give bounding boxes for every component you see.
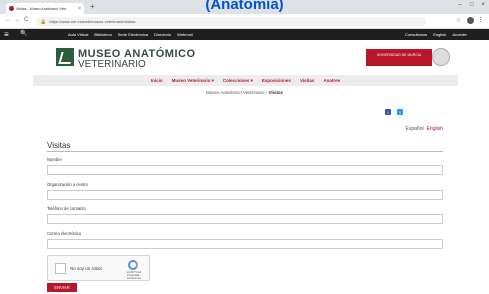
lang-es[interactable]: Español bbox=[406, 126, 424, 132]
title-divider bbox=[47, 151, 443, 152]
link-aula-virtual[interactable]: Aula Virtual bbox=[68, 32, 88, 37]
url-text: https://www.um.es/web/museo-veterinario/… bbox=[49, 19, 136, 24]
nombre-input[interactable] bbox=[47, 165, 443, 175]
recaptcha-terms-link[interactable]: Privacidad - Condiciones bbox=[121, 274, 147, 280]
twitter-icon[interactable]: t bbox=[397, 109, 403, 115]
link-consultanos[interactable]: Consultanos bbox=[405, 32, 427, 37]
link-acceder[interactable]: Acceder bbox=[452, 32, 467, 37]
nav-inicio[interactable]: Inicio bbox=[151, 78, 163, 83]
search-icon[interactable]: 🔍 bbox=[20, 30, 27, 39]
label-correo: Correo electrónico bbox=[47, 231, 82, 236]
address-row: ← → C 🔒 https://www.um.es/web/museo-vete… bbox=[0, 14, 489, 29]
lang-en[interactable]: English bbox=[427, 126, 443, 132]
recaptcha-branding: reCAPTCHA Privacidad - Condiciones bbox=[121, 271, 147, 280]
correo-input[interactable] bbox=[47, 239, 443, 249]
topbar-links: Aula Virtual Biblioteca Sede Electrónica… bbox=[68, 32, 193, 37]
museum-logo-icon[interactable] bbox=[56, 48, 74, 66]
breadcrumb-current: Visitas bbox=[268, 90, 283, 95]
lock-icon: 🔒 bbox=[40, 18, 47, 25]
profile-avatar[interactable] bbox=[467, 17, 474, 24]
nav-museo-veterinario[interactable]: Museo Veterinario ▾ bbox=[172, 78, 214, 84]
main-nav: Inicio Museo Veterinario ▾ Colecciones ▾… bbox=[33, 75, 458, 86]
reload-button[interactable]: C bbox=[24, 17, 28, 23]
link-directorio[interactable]: Directorio bbox=[154, 32, 171, 37]
university-logo[interactable]: UNIVERSIDAD DE MURCIA bbox=[366, 49, 432, 66]
link-webmail[interactable]: Webmail bbox=[177, 32, 193, 37]
form-title: Visitas bbox=[47, 141, 71, 150]
back-button[interactable]: ← bbox=[5, 17, 11, 23]
recaptcha-logo-icon bbox=[128, 260, 138, 270]
nav-colecciones[interactable]: Colecciones ▾ bbox=[223, 78, 253, 84]
nav-exposiciones[interactable]: Exposiciones bbox=[262, 78, 291, 83]
link-sede-electronica[interactable]: Sede Electrónica bbox=[118, 32, 148, 37]
nav-anatree[interactable]: Anatree bbox=[323, 78, 340, 83]
link-english[interactable]: English bbox=[433, 32, 446, 37]
brand-subtitle[interactable]: VETERINARIO bbox=[78, 59, 146, 70]
label-organizacion: Organización o centro bbox=[47, 182, 88, 187]
recaptcha-checkbox[interactable] bbox=[55, 263, 66, 274]
address-bar[interactable]: 🔒 https://www.um.es/web/museo-veterinari… bbox=[36, 17, 426, 26]
overlay-caption: (Anatomía) bbox=[205, 0, 284, 13]
nav-visitas[interactable]: Visitas bbox=[300, 78, 314, 83]
recaptcha-widget: No soy un robot reCAPTCHA Privacidad - C… bbox=[47, 255, 150, 281]
bookmark-star-icon[interactable]: ☆ bbox=[456, 17, 461, 24]
breadcrumb-parent[interactable]: Museo Anatómico Veterinario bbox=[206, 90, 265, 95]
site-topbar: ≡ 🔍 Aula Virtual Biblioteca Sede Electró… bbox=[0, 29, 489, 40]
browser-menu-icon[interactable]: ⋮ bbox=[477, 16, 484, 24]
facebook-icon[interactable]: f bbox=[385, 109, 391, 115]
forward-button[interactable]: → bbox=[14, 17, 20, 23]
submit-button[interactable]: ENVIAR bbox=[47, 283, 77, 292]
recaptcha-label: No soy un robot bbox=[70, 266, 102, 271]
label-telefono: Teléfono de contacto bbox=[47, 206, 86, 211]
social-share: f t bbox=[385, 109, 403, 115]
hamburger-menu-icon[interactable]: ≡ bbox=[4, 30, 9, 39]
topbar-right-links: Consultanos English Acceder bbox=[405, 32, 467, 37]
label-nombre: Nombre bbox=[47, 157, 62, 162]
university-seal-icon bbox=[432, 48, 450, 66]
link-biblioteca[interactable]: Biblioteca bbox=[94, 32, 111, 37]
breadcrumb: Museo Anatómico Veterinario › Visitas bbox=[0, 90, 489, 95]
site-header: MUSEO ANATÓMICO VETERINARIO UNIVERSIDAD … bbox=[0, 40, 489, 71]
telefono-input[interactable] bbox=[47, 214, 443, 224]
language-switcher: Español English bbox=[406, 126, 443, 132]
organizacion-input[interactable] bbox=[47, 190, 443, 200]
